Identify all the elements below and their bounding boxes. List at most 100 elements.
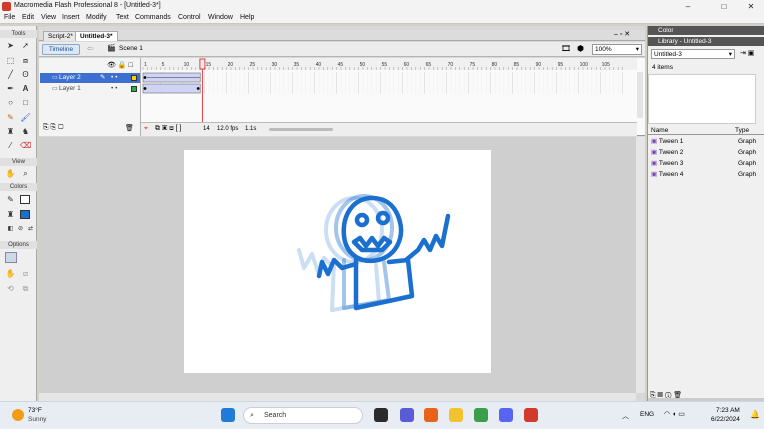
menu-commands[interactable]: Commands	[135, 14, 171, 21]
tray-chevron-icon[interactable]: ︿	[622, 411, 629, 421]
layer-1-outline-swatch[interactable]	[131, 86, 137, 92]
stage-vscroll[interactable]	[636, 137, 645, 393]
onion-skin-icons[interactable]: ⧉ ▣ ⧈ [ ]	[155, 125, 181, 133]
weather-sun-icon[interactable]	[12, 409, 24, 421]
layer-2-dots[interactable]: • •	[111, 73, 117, 83]
store-icon[interactable]	[474, 408, 488, 422]
close-button[interactable]: ✕	[740, 1, 762, 12]
subselect-tool-icon[interactable]: ➚	[20, 40, 31, 51]
network-volume-battery-icons[interactable]: ◠ ◖ ▭	[664, 410, 685, 418]
stroke-color-icon[interactable]: ✎	[5, 194, 16, 205]
menu-edit[interactable]: Edit	[22, 14, 34, 21]
edit-symbols-icon[interactable]: ⬢	[577, 44, 584, 53]
library-pin-icons[interactable]: ⇥ ▣	[740, 49, 754, 57]
fill-color-swatch[interactable]	[20, 210, 30, 219]
lasso-tool-icon[interactable]: ʘ	[20, 69, 31, 80]
layer-row-layer-1[interactable]: ▭ Layer 1 • •	[40, 84, 140, 94]
menu-view[interactable]: View	[41, 14, 56, 21]
stage-hscroll[interactable]	[39, 393, 636, 401]
flash-taskbar-icon[interactable]	[524, 408, 538, 422]
language-indicator[interactable]: ENG	[640, 411, 654, 418]
timeline-hscroll[interactable]	[269, 128, 333, 131]
paint-bucket-tool-icon[interactable]: ♞	[20, 126, 31, 137]
menu-file[interactable]: File	[4, 14, 15, 21]
library-panel-header[interactable]: Library - Untitled-3	[648, 37, 764, 46]
clock-date[interactable]: 6/22/2024	[711, 416, 740, 423]
frame-number-label: 105	[602, 62, 611, 68]
menu-text[interactable]: Text	[116, 14, 129, 21]
graphic-symbol-icon: ▣	[651, 149, 659, 156]
eraser-tool-icon[interactable]: ⌫	[20, 140, 31, 151]
library-item-tween-2[interactable]: ▣ Tween 2 Graph	[651, 147, 763, 158]
arrow-tool-icon[interactable]: ➤	[5, 40, 16, 51]
maximize-button[interactable]: □	[713, 1, 735, 12]
scale-option-icon[interactable]: ⧉	[20, 283, 31, 294]
zoom-select[interactable]: 100% ▾	[592, 44, 642, 55]
smooth-option-icon[interactable]: ✋	[5, 268, 16, 279]
menu-window[interactable]: Window	[208, 14, 233, 21]
library-col-type[interactable]: Type	[735, 127, 749, 134]
zoom-tool-icon[interactable]: ⌕	[20, 168, 31, 179]
eyedropper-tool-icon[interactable]: ⁄	[5, 140, 16, 151]
fill-transform-tool-icon[interactable]: ⧈	[20, 55, 31, 66]
meet-app-icon[interactable]	[400, 408, 414, 422]
keyframe-dot	[143, 76, 147, 79]
text-tool-icon[interactable]: A	[20, 83, 31, 94]
menu-control[interactable]: Control	[178, 14, 201, 21]
color-panel-header[interactable]: Color	[648, 26, 764, 35]
frame-number-label: 85	[514, 62, 520, 68]
layer-row-layer-2[interactable]: ▭ Layer 2 ✎ • •	[40, 73, 140, 83]
tab-untitled-3[interactable]: Untitled-3*	[75, 31, 118, 41]
back-arrow-icon[interactable]: ⇦	[87, 44, 94, 53]
layer-visibility-icons[interactable]: 👁 🔒 □	[107, 61, 133, 69]
timeline-toggle-button[interactable]: Timeline	[42, 44, 80, 55]
menu-help[interactable]: Help	[240, 14, 254, 21]
notification-bell-icon[interactable]: 🔔	[750, 410, 760, 419]
pen-tool-icon[interactable]: ✒	[5, 83, 16, 94]
firefox-icon[interactable]	[424, 408, 438, 422]
add-layer-icons[interactable]: ⎘ ⎘ ▢	[43, 124, 63, 132]
rotate-option-icon[interactable]: ⟲	[5, 283, 16, 294]
clock-time[interactable]: 7:23 AM	[716, 407, 740, 414]
fill-color-icon[interactable]: ♜	[5, 209, 16, 220]
pencil-tool-icon[interactable]: ✎	[5, 112, 16, 123]
minimize-button[interactable]: –	[677, 1, 699, 12]
weather-desc[interactable]: Sunny	[28, 416, 46, 423]
doc-window-controls[interactable]: – ▫ ✕	[614, 30, 630, 38]
oval-tool-icon[interactable]: ○	[5, 97, 16, 108]
line-tool-icon[interactable]: ╱	[5, 69, 16, 80]
ink-bottle-tool-icon[interactable]: ♜	[5, 126, 16, 137]
windows-start-icon[interactable]	[221, 408, 235, 422]
graphic-symbol-icon: ▣	[651, 160, 659, 167]
taskbar-search[interactable]: ⌕ Search	[243, 407, 363, 424]
menu-modify[interactable]: Modify	[86, 14, 107, 21]
edit-scene-icon[interactable]: 🎞	[561, 44, 571, 53]
library-item-tween-3[interactable]: ▣ Tween 3 Graph	[651, 158, 763, 169]
library-col-name[interactable]: Name	[651, 127, 668, 134]
library-item-tween-4[interactable]: ▣ Tween 4 Graph	[651, 169, 763, 180]
file-explorer-icon[interactable]	[449, 408, 463, 422]
delete-layer-icon[interactable]: 🗑	[125, 124, 134, 132]
rectangle-tool-icon[interactable]: □	[20, 97, 31, 108]
discord-icon[interactable]	[499, 408, 513, 422]
free-transform-tool-icon[interactable]: ⬚	[5, 55, 16, 66]
snap-magnet-icon[interactable]	[5, 252, 17, 263]
straighten-option-icon[interactable]: ⧄	[20, 268, 31, 279]
stage-canvas[interactable]	[184, 150, 491, 373]
timeline-vscroll[interactable]	[637, 72, 643, 118]
task-view-icon[interactable]	[374, 408, 388, 422]
weather-temp[interactable]: 73°F	[28, 407, 42, 414]
library-item-tween-1[interactable]: ▣ Tween 1 Graph	[651, 136, 763, 147]
brush-tool-icon[interactable]: 🖌	[20, 112, 31, 123]
hand-tool-icon[interactable]: ✋	[5, 168, 16, 179]
layer-2-outline-swatch[interactable]	[131, 75, 137, 81]
swap-colors-icon[interactable]: ⇄	[25, 224, 36, 235]
tween-span-layer-1	[142, 83, 201, 94]
stroke-color-swatch[interactable]	[20, 195, 30, 204]
tab-script-2[interactable]: Script-2*	[43, 31, 78, 41]
menu-insert[interactable]: Insert	[62, 14, 80, 21]
center-frame-icon[interactable]: ⌖	[144, 125, 148, 133]
library-column-headers: Name Type	[648, 127, 764, 135]
layer-1-dots[interactable]: • •	[111, 84, 117, 94]
library-doc-select[interactable]: Untitled-3 ▾	[651, 49, 735, 59]
